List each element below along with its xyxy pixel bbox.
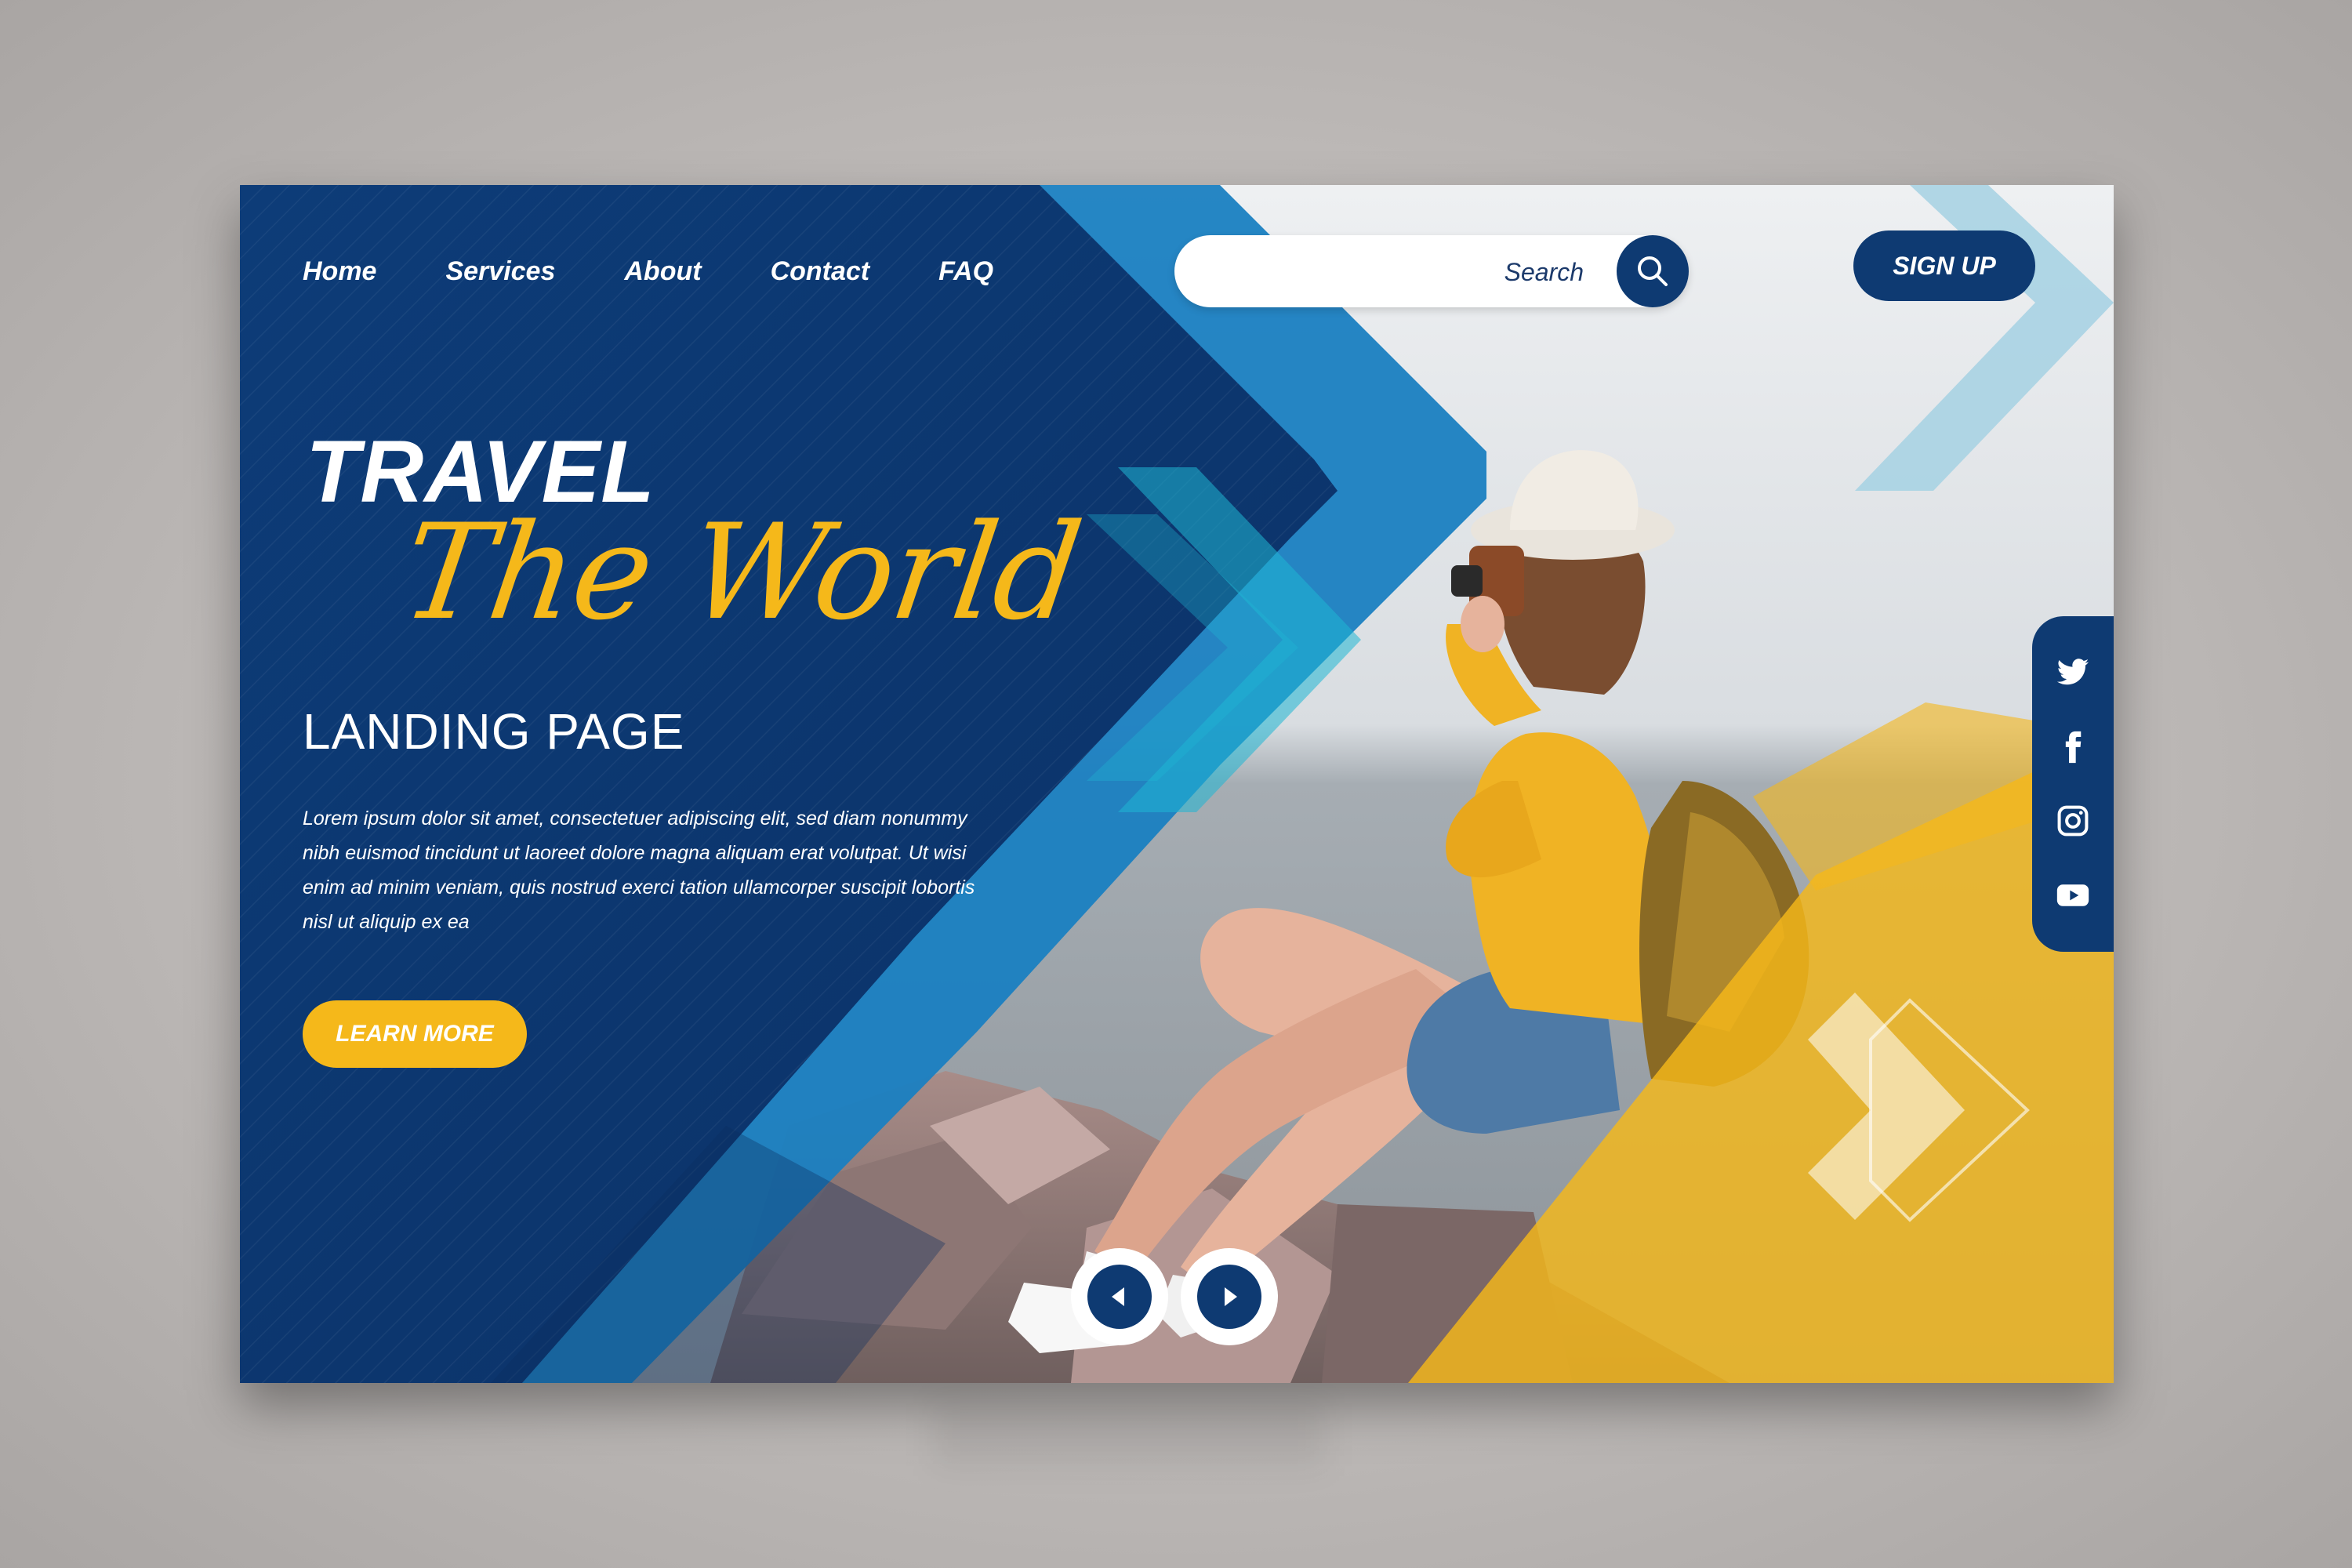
landing-page-card: Home Services About Contact FAQ SIGN UP … (240, 185, 2114, 1383)
social-bar (2032, 616, 2114, 952)
hero-body-text: Lorem ipsum dolor sit amet, consectetuer… (303, 808, 975, 933)
hero-scene (240, 185, 2114, 1383)
hero-subtitle: LANDING PAGE (303, 703, 685, 760)
twitter-icon[interactable] (2056, 655, 2090, 690)
search-bar (1174, 235, 1689, 309)
nav-contact[interactable]: Contact (771, 256, 870, 287)
search-input[interactable] (1206, 235, 1585, 309)
slider-next-button[interactable] (1181, 1248, 1278, 1345)
nav-services[interactable]: Services (445, 256, 555, 287)
chevron-left-icon (1112, 1287, 1124, 1306)
facebook-icon[interactable] (2056, 730, 2090, 764)
nav-about[interactable]: About (624, 256, 701, 287)
slider-prev-button[interactable] (1071, 1248, 1168, 1345)
learn-more-button[interactable]: LEARN MORE (303, 1000, 527, 1068)
chevron-right-icon (1225, 1287, 1237, 1306)
hero-script-title: The World (394, 495, 1089, 649)
main-nav: Home Services About Contact FAQ (303, 248, 1062, 295)
card-shadow (933, 1403, 1325, 1466)
search-button[interactable] (1617, 235, 1689, 307)
nav-home[interactable]: Home (303, 256, 376, 287)
nav-faq[interactable]: FAQ (938, 256, 993, 287)
youtube-icon[interactable] (2056, 878, 2090, 913)
instagram-icon[interactable] (2056, 804, 2090, 838)
search-icon (1638, 256, 1668, 286)
sign-up-button[interactable]: SIGN UP (1853, 230, 2035, 301)
